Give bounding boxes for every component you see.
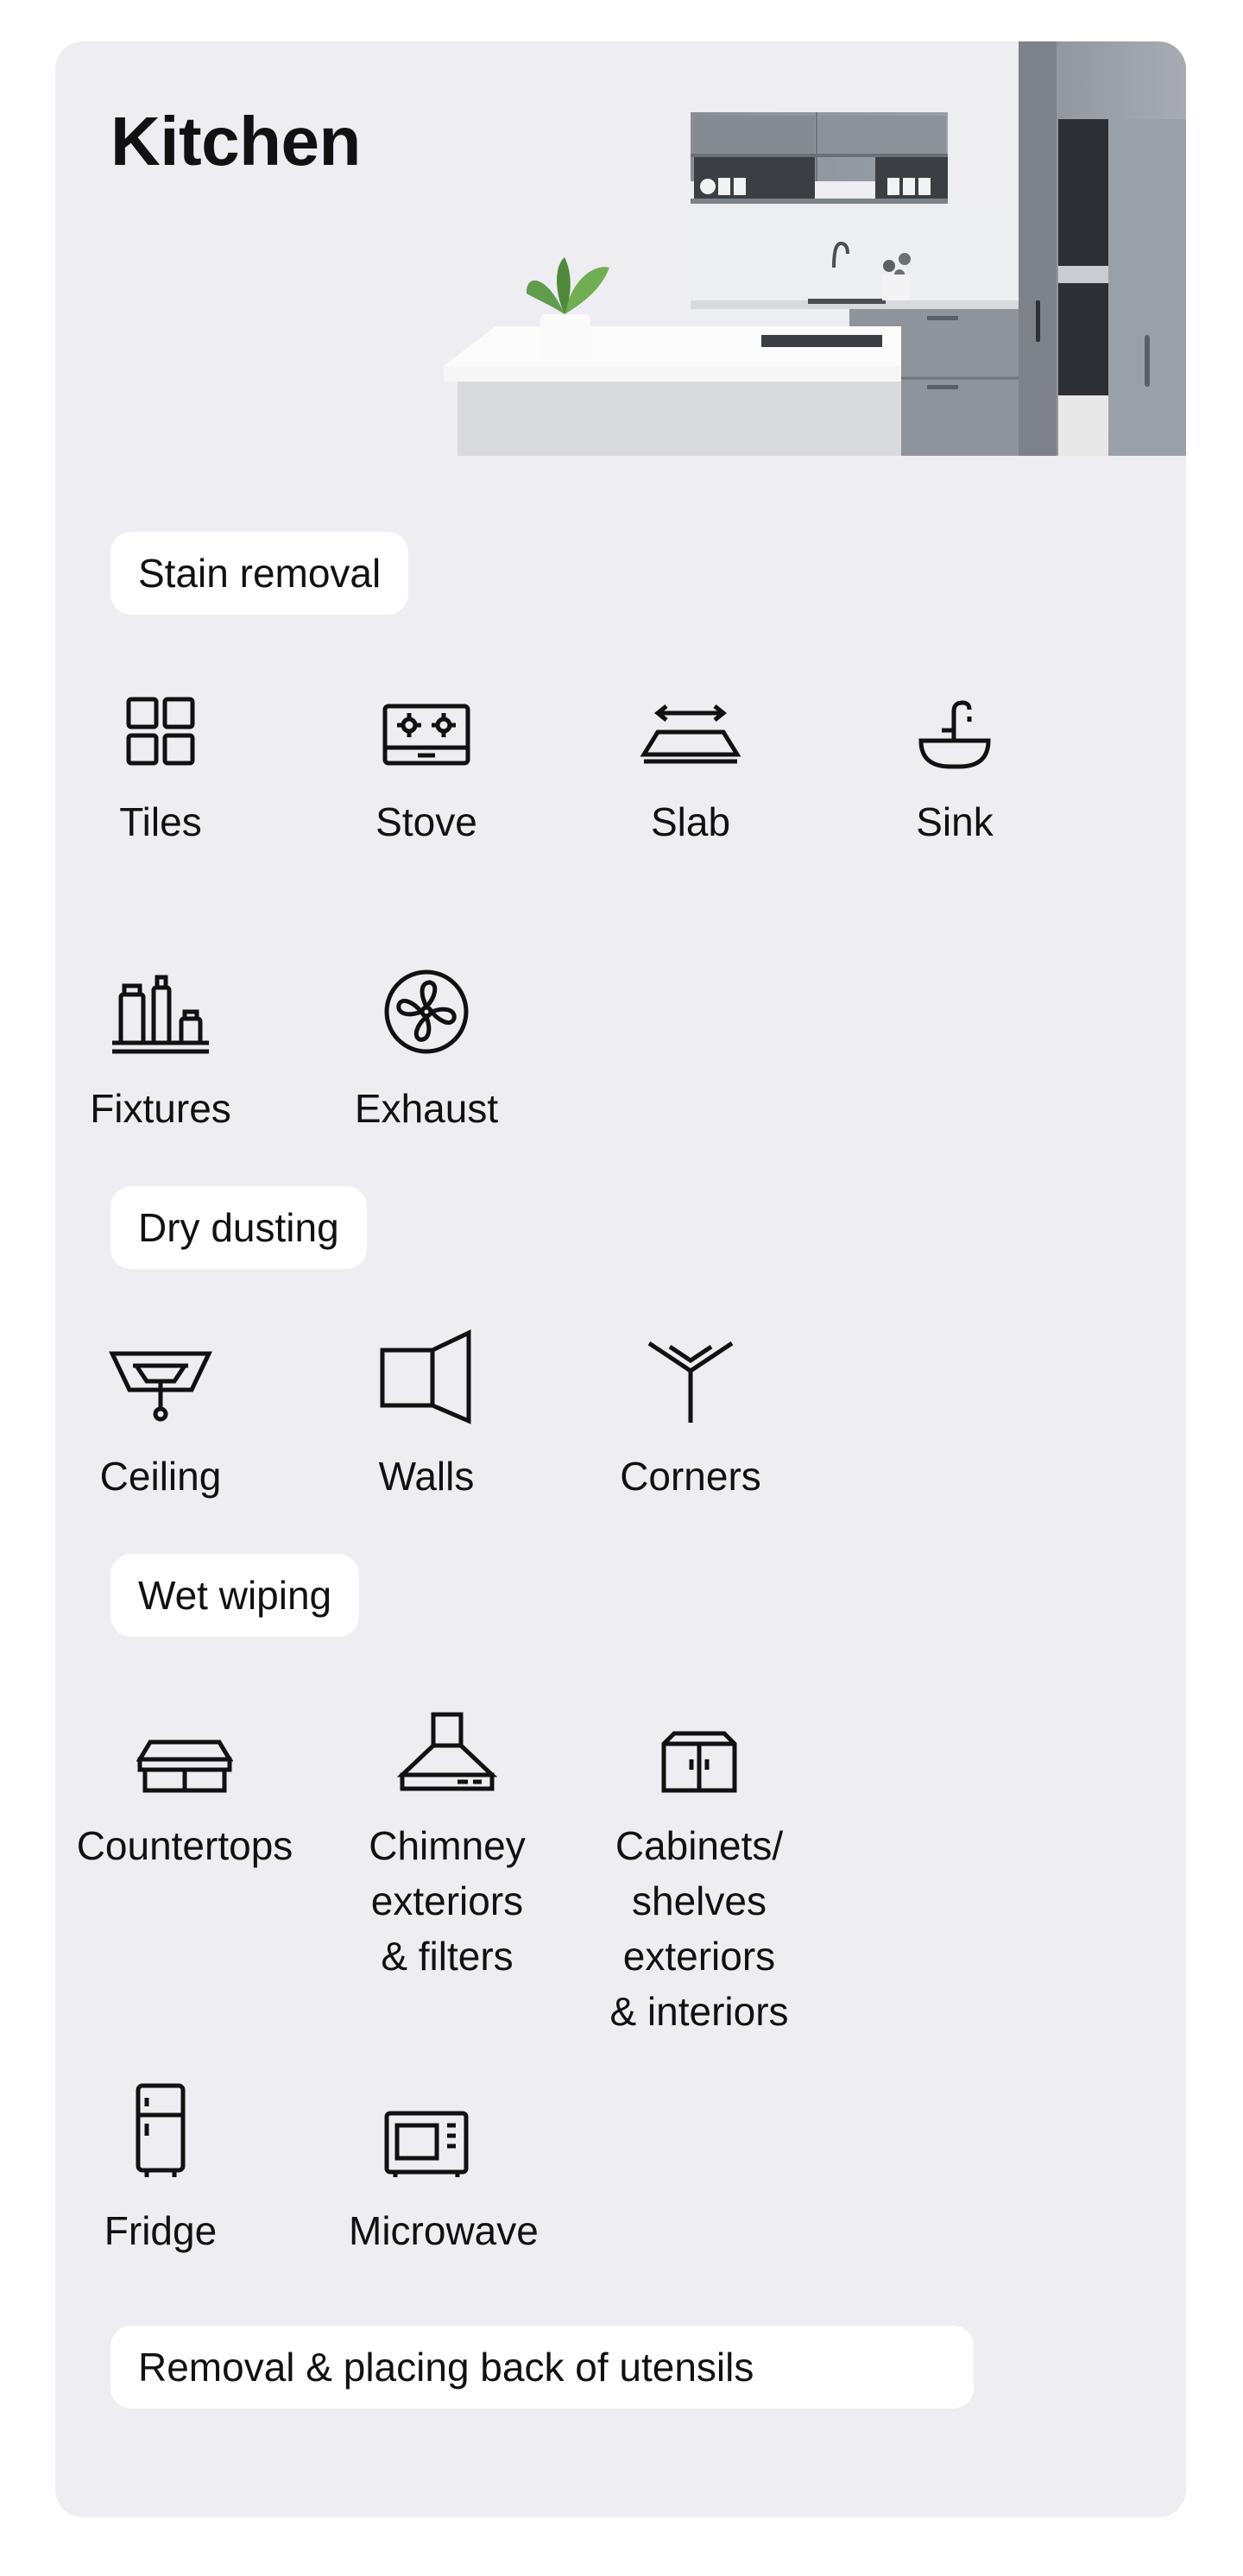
slab-icon: [613, 680, 768, 770]
service-countertops[interactable]: Countertops: [55, 1704, 314, 1873]
section-stain-removal: Stain removal: [110, 532, 409, 615]
service-slab[interactable]: Slab: [613, 680, 768, 849]
service-walls[interactable]: Walls: [349, 1329, 504, 1504]
service-sink[interactable]: Sink: [877, 680, 1032, 849]
service-label: Stove: [375, 799, 477, 844]
service-tiles[interactable]: Tiles: [83, 680, 238, 849]
tiles-icon: [83, 680, 238, 770]
corners-icon: [613, 1335, 768, 1424]
service-label: Sink: [916, 799, 994, 844]
service-label: Cabinets/ shelves exteriors & interiors: [609, 1823, 789, 2034]
kitchen-card: Kitchen Stain removal Tiles Stove Slab S…: [55, 41, 1186, 2517]
service-label: Countertops: [76, 1823, 293, 1868]
stove-icon: [349, 680, 504, 770]
section-utensils: Removal & placing back of utensils: [110, 2326, 974, 2409]
service-label: Microwave: [349, 2208, 539, 2253]
service-label: Ceiling: [99, 1454, 222, 1499]
fixtures-icon: [83, 967, 238, 1057]
ceiling-light-icon: [83, 1335, 238, 1424]
section-wet-wiping: Wet wiping: [110, 1554, 360, 1637]
chimney-icon: [318, 1704, 577, 1794]
service-chimney[interactable]: Chimney exteriors & filters: [318, 1704, 577, 1984]
microwave-icon: [349, 2089, 504, 2179]
cabinet-icon: [570, 1704, 829, 1794]
service-label: Walls: [378, 1454, 475, 1499]
service-corners[interactable]: Corners: [613, 1335, 768, 1504]
service-label: Tiles: [119, 799, 202, 844]
service-label: Exhaust: [354, 1086, 499, 1131]
walls-icon: [349, 1329, 504, 1424]
service-label: Fridge: [104, 2208, 218, 2253]
service-exhaust[interactable]: Exhaust: [349, 967, 504, 1136]
service-label: Slab: [650, 799, 731, 844]
countertop-icon: [55, 1704, 314, 1794]
service-cabinets[interactable]: Cabinets/ shelves exteriors & interiors: [570, 1704, 829, 2039]
service-ceiling[interactable]: Ceiling: [83, 1335, 238, 1504]
service-stove[interactable]: Stove: [349, 680, 504, 849]
service-label: Chimney exteriors & filters: [369, 1823, 526, 1979]
fridge-icon: [83, 2083, 238, 2179]
service-fridge[interactable]: Fridge: [83, 2083, 238, 2258]
page-title: Kitchen: [110, 103, 361, 180]
service-microwave[interactable]: Microwave: [349, 2089, 539, 2258]
exhaust-fan-icon: [349, 967, 504, 1057]
service-fixtures[interactable]: Fixtures: [83, 967, 238, 1136]
service-label: Fixtures: [90, 1086, 231, 1131]
sink-icon: [877, 680, 1032, 770]
section-dry-dusting: Dry dusting: [110, 1186, 367, 1269]
service-label: Corners: [620, 1454, 761, 1499]
kitchen-image: [444, 41, 1186, 456]
